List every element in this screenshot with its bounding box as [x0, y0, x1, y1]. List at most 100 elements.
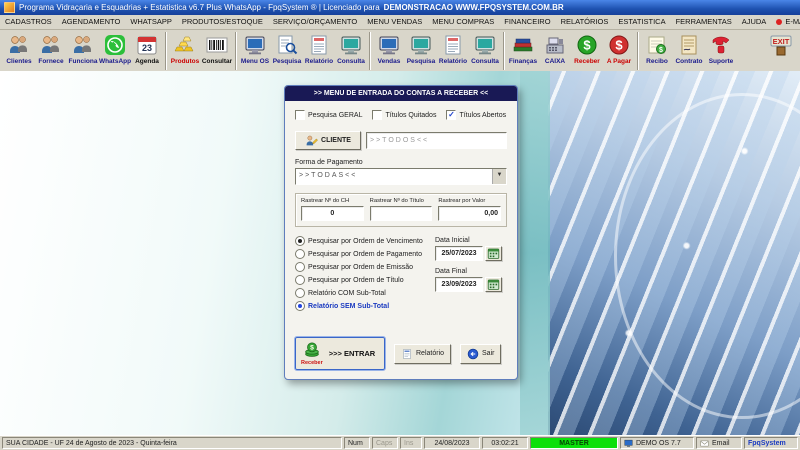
toolbar-label: Produtos: [171, 58, 200, 66]
svg-text:EXIT: EXIT: [773, 37, 790, 46]
dialog-title: >> MENU DE ENTRADA DO CONTAS A RECEBER <…: [285, 86, 517, 101]
toolbar-label: Contrato: [675, 58, 702, 66]
data-inicial-calendar-button[interactable]: [485, 246, 502, 261]
toolbar-button-fornece[interactable]: Fornece: [35, 31, 67, 66]
radio-relatorio-com-sub-total[interactable]: Relatório COM Sub-Total: [295, 288, 435, 298]
toolbar-button-financas[interactable]: Finanças: [507, 31, 539, 66]
menu-item-label: FINANCEIRO: [504, 15, 550, 29]
menu-item-menu-vendas[interactable]: MENU VENDAS: [362, 15, 427, 29]
rastrear-input-rastrear-n-do-ch[interactable]: 0: [301, 206, 364, 221]
radio-pesquisar-por-ordem-de-pagamento[interactable]: Pesquisar por Ordem de Pagamento: [295, 249, 435, 259]
whatsapp-icon: [102, 32, 128, 58]
receber-caption: Receber: [301, 360, 323, 366]
toolbar-button-suporte[interactable]: Suporte: [705, 31, 737, 66]
support-icon: [708, 32, 734, 58]
menu-item-servico-orcamento[interactable]: SERVIÇO/ORÇAMENTO: [268, 15, 362, 29]
menu-item-cadastros[interactable]: CADASTROS: [0, 15, 57, 29]
contas-a-receber-dialog: >> MENU DE ENTRADA DO CONTAS A RECEBER <…: [284, 85, 518, 380]
toolbar-button-menu-os[interactable]: Menu OS: [239, 31, 271, 66]
relatorio-button[interactable]: Relatório: [394, 344, 451, 364]
rastrear-input-rastrear-n-do-titulo[interactable]: [370, 206, 433, 221]
menu-item-whatsapp[interactable]: WHATSAPP: [125, 15, 177, 29]
toolbar-separator: [235, 32, 237, 70]
menu-item-e-mail[interactable]: E-MAIL: [771, 15, 800, 29]
toolbar-button-consultar[interactable]: Consultar: [201, 31, 233, 66]
toolbar-label: Relatório: [439, 58, 467, 66]
toolbar-button-recibo[interactable]: $Recibo: [641, 31, 673, 66]
toolbar-button-clientes[interactable]: Clientes: [3, 31, 35, 66]
radio-label: Pesquisar por Ordem de Emissão: [308, 264, 413, 271]
checkbox-box: [372, 110, 382, 120]
toolbar-button-receber[interactable]: $Receber: [571, 31, 603, 66]
svg-text:$: $: [615, 38, 623, 53]
data-inicial-input[interactable]: 25/07/2023: [435, 246, 483, 261]
toolbar-button-consulta[interactable]: Consulta: [335, 31, 367, 66]
status-segment-text: DEMO OS 7.7: [636, 440, 681, 447]
menu-item-label: FERRAMENTAS: [676, 15, 732, 29]
toolbar-button-a-pagar[interactable]: $A Pagar: [603, 31, 635, 66]
toolbar-button-vendas[interactable]: Vendas: [373, 31, 405, 66]
toolbar-label: Relatório: [305, 58, 333, 66]
status-segment-03-02-21: 03:02:21: [482, 437, 528, 449]
toolbar-button-pesquisa[interactable]: Pesquisa: [271, 31, 303, 66]
toolbar-button-caixa[interactable]: CAIXA: [539, 31, 571, 66]
entrar-button[interactable]: $ Receber >>> ENTRAR: [295, 337, 385, 370]
menu-item-ferramentas[interactable]: FERRAMENTAS: [671, 15, 737, 29]
status-segment-text: Ins: [404, 440, 413, 447]
data-final-calendar-button[interactable]: [485, 277, 502, 292]
rastrear-input-rastrear-por-valor[interactable]: 0,00: [438, 206, 501, 221]
checkbox-titulos-quitados[interactable]: Títulos Quitados: [372, 110, 436, 120]
menu-item-label: WHATSAPP: [130, 15, 172, 29]
monitor-icon: [376, 32, 402, 58]
toolbar-button-produtos[interactable]: Produtos: [169, 31, 201, 66]
rastrear-label: Rastrear Nº do Título: [370, 198, 433, 204]
chevron-down-icon[interactable]: ▼: [492, 169, 506, 184]
cliente-edit-icon: [305, 134, 318, 147]
radio-pesquisar-por-ordem-de-vencimento[interactable]: Pesquisar por Ordem de Vencimento: [295, 236, 435, 246]
radio-relatorio-sem-sub-total[interactable]: Relatório SEM Sub-Total: [295, 301, 435, 311]
toolbar-button-whatsapp[interactable]: WhatsApp: [99, 31, 131, 66]
forma-pagamento-label: Forma de Pagamento: [295, 159, 507, 166]
rastrear-field-rastrear-n-do-ch: Rastrear Nº do CH0: [301, 198, 364, 221]
toolbar-label: Consultar: [202, 58, 232, 66]
radio-label: Relatório SEM Sub-Total: [308, 303, 389, 310]
radio-pesquisar-por-ordem-de-titulo[interactable]: Pesquisar por Ordem de Título: [295, 275, 435, 285]
forma-pagamento-select[interactable]: >>TODAS<< ▼: [295, 168, 507, 185]
cliente-value-field[interactable]: >>TODOS<<: [366, 132, 507, 149]
menu-item-estatistica[interactable]: ESTATISTICA: [613, 15, 670, 29]
radio-indicator: [295, 288, 305, 298]
toolbar-button-funciona[interactable]: Funciona: [67, 31, 99, 66]
toolbar-button-pesquisa[interactable]: Pesquisa: [405, 31, 437, 66]
mail-icon: [700, 439, 709, 448]
data-final-input[interactable]: 23/09/2023: [435, 277, 483, 292]
rastrear-groupbox: Rastrear Nº do CH0Rastrear Nº do TítuloR…: [295, 193, 507, 227]
toolbar-button-consulta[interactable]: Consulta: [469, 31, 501, 66]
toolbar-button-contrato[interactable]: Contrato: [673, 31, 705, 66]
toolbar-separator: [165, 32, 167, 70]
cliente-button[interactable]: CLIENTE: [295, 131, 361, 150]
toolbar-button-relatorio[interactable]: Relatório: [437, 31, 469, 66]
radio-pesquisar-por-ordem-de-emissao[interactable]: Pesquisar por Ordem de Emissão: [295, 262, 435, 272]
status-segment-24-08-2023: 24/08/2023: [424, 437, 480, 449]
menu-item-produtos-estoque[interactable]: PRODUTOS/ESTOQUE: [177, 15, 268, 29]
report-icon: [440, 32, 466, 58]
contract-icon: [676, 32, 702, 58]
menu-item-ajuda[interactable]: AJUDA: [737, 15, 772, 29]
toolbar-label: Suporte: [709, 58, 734, 66]
toolbar-label: Funciona: [69, 58, 98, 66]
sair-button[interactable]: Sair: [460, 344, 501, 364]
toolbar-button-exit[interactable]: EXIT: [765, 31, 797, 58]
checkbox-titulos-abertos[interactable]: ✓Títulos Abertos: [446, 110, 506, 120]
data-inicial-row: 25/07/2023: [435, 246, 507, 261]
menu-item-financeiro[interactable]: FINANCEIRO: [499, 15, 555, 29]
menu-item-menu-compras[interactable]: MENU COMPRAS: [427, 15, 499, 29]
toolbar-label: WhatsApp: [99, 58, 131, 66]
checkbox-pesquisa-geral[interactable]: Pesquisa GERAL: [295, 110, 362, 120]
radio-label: Pesquisar por Ordem de Pagamento: [308, 251, 422, 258]
menu-item-relatorios[interactable]: RELATÓRIOS: [556, 15, 614, 29]
calendar-icon: 23: [134, 32, 160, 58]
menu-item-agendamento[interactable]: AGENDAMENTO: [57, 15, 126, 29]
toolbar-button-relatorio[interactable]: Relatório: [303, 31, 335, 66]
toolbar-button-agenda[interactable]: 23Agenda: [131, 31, 163, 66]
menu-item-label: SERVIÇO/ORÇAMENTO: [273, 15, 357, 29]
